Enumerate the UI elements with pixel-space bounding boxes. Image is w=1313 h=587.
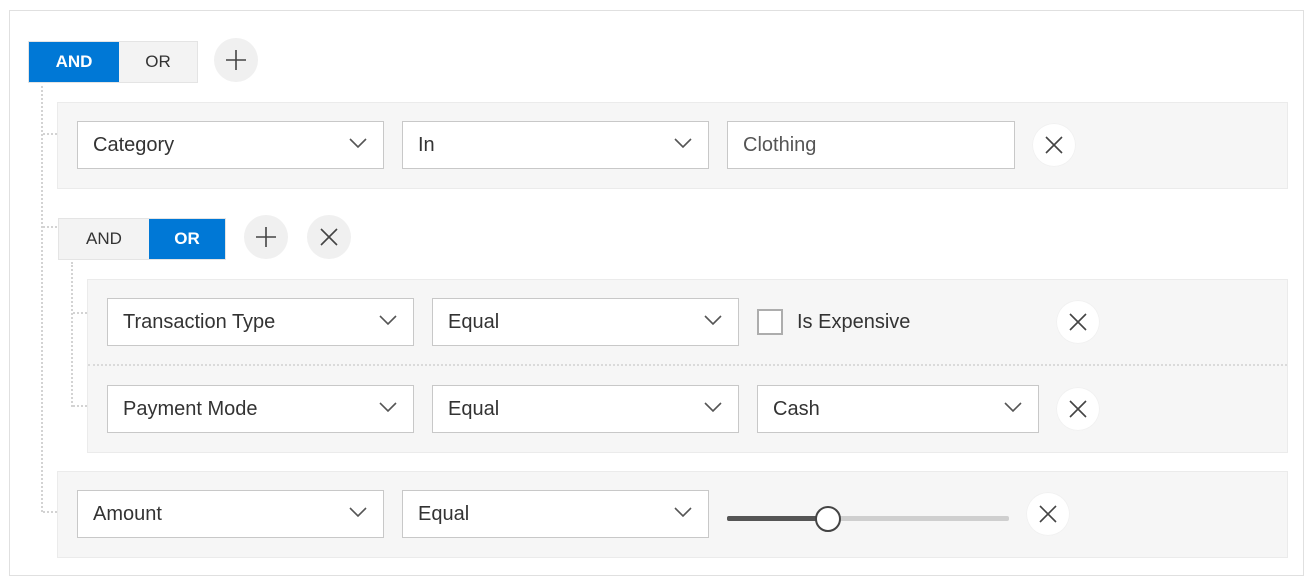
chevron-down-icon <box>704 315 722 326</box>
rule-connector-line <box>73 405 87 407</box>
is-expensive-checkbox[interactable]: Is Expensive <box>757 309 910 335</box>
operator-value: In <box>418 133 435 156</box>
field-dropdown[interactable]: Transaction Type <box>107 298 414 346</box>
chevron-down-icon <box>349 138 367 149</box>
delete-rule-button[interactable] <box>1056 300 1100 344</box>
operator-value: Equal <box>418 502 470 525</box>
amount-slider[interactable] <box>727 506 1009 532</box>
checkbox-label: Is Expensive <box>797 310 911 333</box>
delete-group-button[interactable] <box>307 215 351 259</box>
chevron-down-icon <box>674 138 692 149</box>
chevron-down-icon <box>1004 402 1022 413</box>
group-connector-line <box>41 86 43 512</box>
rule-separator <box>88 364 1287 366</box>
field-value: Transaction Type <box>123 310 276 333</box>
and-button[interactable]: AND <box>29 42 119 82</box>
field-value: Category <box>93 133 175 156</box>
chevron-down-icon <box>379 402 397 413</box>
operator-dropdown[interactable]: In <box>402 121 709 169</box>
checkbox-box[interactable] <box>757 309 783 335</box>
plus-icon <box>226 50 246 70</box>
operator-dropdown[interactable]: Equal <box>432 385 739 433</box>
group-connector-line <box>43 226 57 228</box>
close-icon <box>1039 505 1057 523</box>
chevron-down-icon <box>674 507 692 518</box>
slider-thumb[interactable] <box>814 506 841 532</box>
close-icon <box>320 228 338 246</box>
chevron-down-icon <box>704 402 722 413</box>
close-icon <box>1069 313 1087 331</box>
field-dropdown[interactable]: Payment Mode <box>107 385 414 433</box>
value-dropdown[interactable]: Cash <box>757 385 1039 433</box>
delete-rule-button[interactable] <box>1032 123 1076 167</box>
root-condition-toggle: AND OR <box>28 41 198 83</box>
operator-dropdown[interactable]: Equal <box>432 298 739 346</box>
close-icon <box>1045 136 1063 154</box>
field-dropdown[interactable]: Amount <box>77 490 384 538</box>
rule-connector-line <box>43 511 57 513</box>
delete-rule-button[interactable] <box>1026 492 1070 536</box>
and-button[interactable]: AND <box>59 219 149 259</box>
value-input[interactable] <box>727 121 1015 169</box>
slider-fill <box>727 516 826 521</box>
add-rule-button[interactable] <box>214 38 258 82</box>
or-button[interactable]: OR <box>119 42 197 82</box>
field-dropdown[interactable]: Category <box>77 121 384 169</box>
field-value: Amount <box>93 502 162 525</box>
operator-dropdown[interactable]: Equal <box>402 490 709 538</box>
delete-rule-button[interactable] <box>1056 387 1100 431</box>
selected-value: Cash <box>773 397 820 420</box>
rule-connector-line <box>43 133 57 135</box>
add-rule-button[interactable] <box>244 215 288 259</box>
close-icon <box>1069 400 1087 418</box>
rule-connector-line <box>73 312 87 314</box>
chevron-down-icon <box>349 507 367 518</box>
group-connector-line <box>71 262 73 407</box>
operator-value: Equal <box>448 397 500 420</box>
operator-value: Equal <box>448 310 500 333</box>
nested-condition-toggle: AND OR <box>58 218 226 260</box>
plus-icon <box>256 227 276 247</box>
or-button[interactable]: OR <box>149 219 225 259</box>
chevron-down-icon <box>379 315 397 326</box>
field-value: Payment Mode <box>123 397 258 420</box>
